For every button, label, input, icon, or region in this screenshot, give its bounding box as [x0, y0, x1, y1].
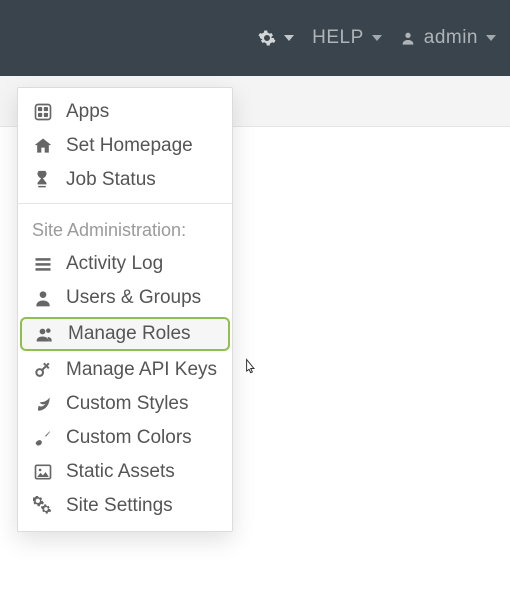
- menu-item-label: Manage API Keys: [66, 359, 220, 381]
- menu-item[interactable]: Site Settings: [18, 489, 232, 523]
- menu-item-label: Custom Colors: [66, 427, 220, 449]
- apps-icon: [32, 101, 54, 123]
- menu-section-title: Site Administration:: [18, 208, 232, 247]
- key-icon: [32, 359, 54, 381]
- gear-icon: [258, 29, 276, 47]
- brush-icon: [32, 427, 54, 449]
- menu-item[interactable]: Set Homepage: [18, 129, 232, 163]
- settings-menu-trigger[interactable]: [258, 29, 294, 47]
- menu-item[interactable]: Manage Roles: [20, 317, 230, 351]
- menu-item[interactable]: Activity Log: [18, 247, 232, 281]
- menu-item-label: Site Settings: [66, 495, 220, 517]
- image-icon: [32, 461, 54, 483]
- menu-item[interactable]: Users & Groups: [18, 281, 232, 315]
- menu-item-label: Job Status: [66, 169, 220, 191]
- help-label: HELP: [312, 27, 364, 49]
- users-icon: [34, 323, 56, 345]
- chevron-down-icon: [486, 35, 496, 41]
- menu-item-label: Users & Groups: [66, 287, 220, 309]
- menu-item-label: Custom Styles: [66, 393, 220, 415]
- user-icon: [400, 30, 416, 46]
- user-label: admin: [424, 27, 478, 49]
- chevron-down-icon: [372, 35, 382, 41]
- help-menu[interactable]: HELP: [312, 27, 382, 49]
- user-icon: [32, 287, 54, 309]
- menu-item[interactable]: Static Assets: [18, 455, 232, 489]
- menu-item-label: Apps: [66, 101, 220, 123]
- chevron-down-icon: [284, 35, 294, 41]
- menu-item[interactable]: Job Status: [18, 163, 232, 197]
- menu-item-label: Set Homepage: [66, 135, 220, 157]
- home-icon: [32, 135, 54, 157]
- menu-item-label: Manage Roles: [68, 323, 218, 345]
- menu-item[interactable]: Manage API Keys: [18, 353, 232, 387]
- menu-item-label: Static Assets: [66, 461, 220, 483]
- gears-icon: [32, 495, 54, 517]
- leaf-icon: [32, 393, 54, 415]
- menu-item[interactable]: Custom Styles: [18, 387, 232, 421]
- menu-divider: [18, 203, 232, 204]
- pointer-cursor-icon: [240, 357, 262, 379]
- topbar: HELP admin: [0, 0, 510, 76]
- hourglass-icon: [32, 169, 54, 191]
- settings-dropdown: Apps Set Homepage Job Status Site Administ…: [17, 87, 233, 532]
- menu-item[interactable]: Custom Colors: [18, 421, 232, 455]
- menu-item[interactable]: Apps: [18, 95, 232, 129]
- menu-item-label: Activity Log: [66, 253, 220, 275]
- user-menu[interactable]: admin: [400, 27, 496, 49]
- list-icon: [32, 253, 54, 275]
